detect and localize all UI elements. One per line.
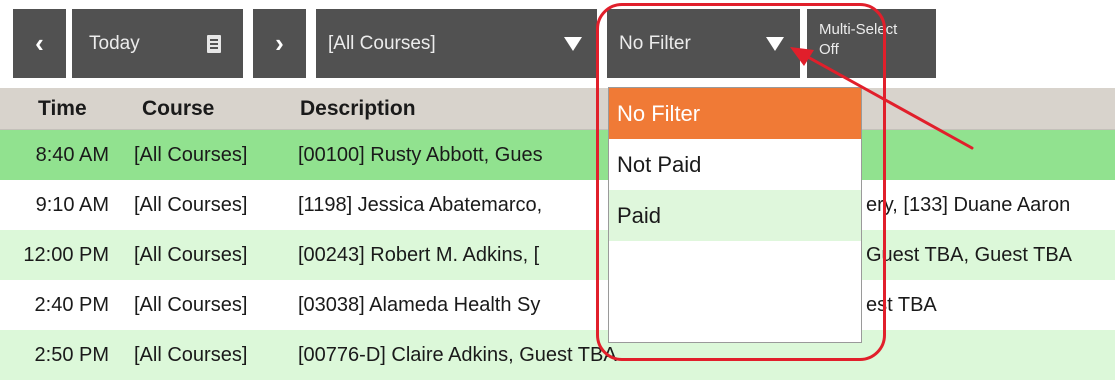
multi-select-state: Off [819, 41, 839, 58]
course-select-value: [All Courses] [328, 32, 436, 54]
filter-dropdown-menu: No Filter Not Paid Paid [608, 87, 862, 343]
table-row[interactable]: 8:40 AM [All Courses] [00100] Rusty Abbo… [0, 130, 1115, 180]
row-description-tail: est TBA [866, 294, 937, 316]
row-course: [All Courses] [134, 294, 248, 316]
row-time: 2:40 PM [34, 294, 109, 316]
row-time: 8:40 AM [35, 144, 109, 166]
date-picker-button[interactable]: Today [72, 9, 243, 78]
table-header: Time Course Description [0, 88, 1115, 130]
row-description-tail: Guest TBA, Guest TBA [866, 244, 1073, 266]
chevron-down-icon [766, 37, 784, 51]
row-time: 12:00 PM [23, 244, 109, 266]
column-header-description[interactable]: Description [300, 88, 416, 130]
course-select[interactable]: [All Courses] [316, 9, 597, 78]
row-description: [1198] Jessica Abatemarco, [298, 194, 543, 216]
multi-select-title: Multi-Select [819, 21, 898, 38]
chevron-left-icon: ‹ [35, 28, 44, 58]
row-time: 2:50 PM [34, 344, 109, 366]
calendar-icon [207, 35, 221, 53]
row-description: [00243] Robert M. Adkins, [ [298, 244, 540, 266]
filter-select[interactable]: No Filter [607, 9, 800, 78]
multi-select-label: Multi-Select Off [819, 20, 897, 60]
row-course: [All Courses] [134, 244, 248, 266]
previous-day-button[interactable]: ‹ [13, 9, 66, 78]
row-course: [All Courses] [134, 344, 248, 366]
column-header-time[interactable]: Time [38, 88, 87, 130]
row-description-tail: ery, [133] Duane Aaron [866, 194, 1071, 216]
multi-select-toggle[interactable]: Multi-Select Off [807, 9, 936, 78]
chevron-down-icon [564, 37, 582, 51]
table-row[interactable]: 2:40 PM [All Courses] [03038] Alameda He… [0, 280, 1115, 330]
date-label: Today [89, 32, 140, 54]
filter-option-no-filter[interactable]: No Filter [609, 88, 861, 139]
chevron-right-icon: › [275, 28, 284, 58]
column-header-course[interactable]: Course [142, 88, 214, 130]
row-description: [00776-D] Claire Adkins, Guest TBA [298, 344, 617, 366]
row-description: [03038] Alameda Health Sy [298, 294, 541, 316]
row-description: [00100] Rusty Abbott, Gues [298, 144, 543, 166]
toolbar: ‹ Today › [All Courses] No Filter Multi-… [0, 0, 1115, 88]
table-row[interactable]: 2:50 PM [All Courses] [00776-D] Claire A… [0, 330, 1115, 380]
row-course: [All Courses] [134, 144, 248, 166]
next-day-button[interactable]: › [253, 9, 306, 78]
filter-select-value: No Filter [619, 32, 691, 54]
row-course: [All Courses] [134, 194, 248, 216]
table-row[interactable]: 9:10 AM [All Courses] [1198] Jessica Aba… [0, 180, 1115, 230]
table-row[interactable]: 12:00 PM [All Courses] [00243] Robert M.… [0, 230, 1115, 280]
filter-option-paid[interactable]: Paid [609, 190, 861, 241]
filter-option-not-paid[interactable]: Not Paid [609, 139, 861, 190]
row-time: 9:10 AM [35, 194, 109, 216]
